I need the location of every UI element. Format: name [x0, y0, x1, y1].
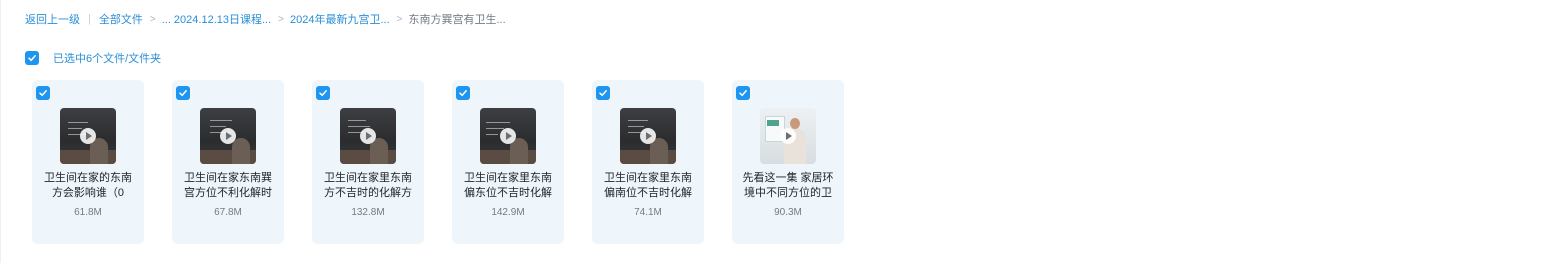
file-card[interactable]: 卫生间在家里东南方不吉时的化解方 132.8M [312, 80, 424, 244]
file-card[interactable]: 卫生间在家里东南偏东位不吉时化解 142.9M [452, 80, 564, 244]
play-icon [220, 128, 236, 144]
breadcrumb-item-all-files[interactable]: 全部文件 [99, 11, 143, 27]
file-size: 132.8M [351, 207, 385, 218]
video-thumbnail[interactable] [480, 108, 536, 164]
video-thumbnail[interactable] [620, 108, 676, 164]
file-card[interactable]: 卫生间在家东南巽宫方位不利化解时 67.8M [172, 80, 284, 244]
file-name[interactable]: 卫生间在家东南巽宫方位不利化解时 [180, 171, 276, 201]
checkmark-icon [319, 90, 327, 97]
file-name[interactable]: 卫生间在家里东南方不吉时的化解方 [320, 171, 416, 201]
file-checkbox[interactable] [176, 86, 190, 100]
video-thumbnail[interactable] [60, 108, 116, 164]
file-card[interactable]: 先看这一集 家居环境中不同方位的卫 90.3M [732, 80, 844, 244]
file-card[interactable]: 卫生间在家的东南方会影响谁（0 61.8M [32, 80, 144, 244]
checkmark-icon [39, 90, 47, 97]
breadcrumb-current: 东南方巽宫有卫生... [408, 14, 506, 26]
file-checkbox[interactable] [36, 86, 50, 100]
file-size: 67.8M [214, 207, 242, 218]
select-all-checkbox[interactable] [25, 51, 39, 65]
file-grid: 卫生间在家的东南方会影响谁（0 61.8M 卫生间在家东南巽宫方位不利化解时 6… [32, 80, 872, 244]
checkmark-icon [739, 90, 747, 97]
file-browser-panel: 返回上一级 | 全部文件 > ... 2024.12.13日课程... > 20… [0, 0, 1541, 263]
selection-bar: 已选中6个文件/文件夹 [25, 51, 161, 65]
checkmark-icon [179, 90, 187, 97]
file-name[interactable]: 卫生间在家里东南偏南位不吉时化解 [600, 171, 696, 201]
breadcrumb-item-folder[interactable]: 2024年最新九宫卫... [290, 11, 390, 27]
checkmark-icon [28, 55, 36, 62]
play-icon [500, 128, 516, 144]
file-name[interactable]: 卫生间在家的东南方会影响谁（0 [40, 171, 136, 201]
video-thumbnail[interactable] [760, 108, 816, 164]
file-size: 74.1M [634, 207, 662, 218]
file-size: 61.8M [74, 207, 102, 218]
file-checkbox[interactable] [316, 86, 330, 100]
back-link[interactable]: 返回上一级 [25, 11, 80, 27]
breadcrumb: 返回上一级 | 全部文件 > ... 2024.12.13日课程... > 20… [25, 12, 506, 26]
play-icon [360, 128, 376, 144]
checkmark-icon [459, 90, 467, 97]
file-size: 142.9M [491, 207, 525, 218]
selection-count: 已选中6个文件/文件夹 [53, 53, 162, 65]
file-card[interactable]: 卫生间在家里东南偏南位不吉时化解 74.1M [592, 80, 704, 244]
play-icon [80, 128, 96, 144]
breadcrumb-divider: | [88, 13, 91, 25]
checkmark-icon [599, 90, 607, 97]
breadcrumb-item-course[interactable]: ... 2024.12.13日课程... [162, 11, 271, 27]
file-size: 90.3M [774, 207, 802, 218]
file-name[interactable]: 卫生间在家里东南偏东位不吉时化解 [460, 171, 556, 201]
file-checkbox[interactable] [596, 86, 610, 100]
video-thumbnail[interactable] [340, 108, 396, 164]
chevron-right-icon: > [396, 13, 403, 25]
chevron-right-icon: > [149, 13, 156, 25]
play-icon [780, 128, 796, 144]
play-icon [640, 128, 656, 144]
file-name[interactable]: 先看这一集 家居环境中不同方位的卫 [740, 171, 836, 201]
file-checkbox[interactable] [456, 86, 470, 100]
chevron-right-icon: > [278, 13, 284, 25]
video-thumbnail[interactable] [200, 108, 256, 164]
file-checkbox[interactable] [736, 86, 750, 100]
